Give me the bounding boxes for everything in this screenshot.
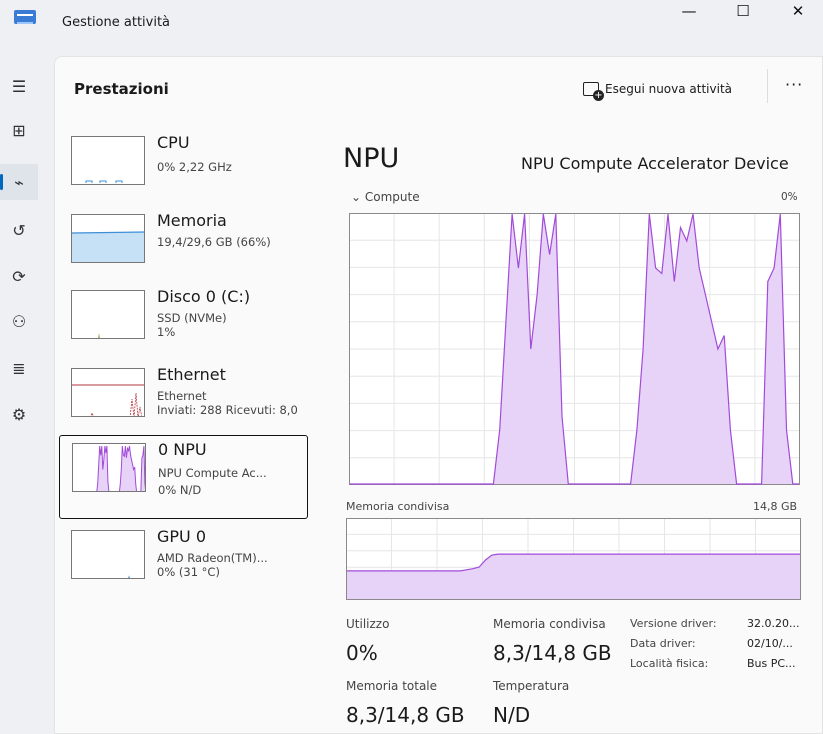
run-new-task-label: Esegui nuova attività: [605, 82, 733, 96]
utilization-label: Utilizzo: [346, 617, 390, 631]
chevron-down-icon: ⌄: [351, 190, 365, 204]
title-bar: Gestione attività — ☐ ✕: [0, 0, 823, 46]
item-name: Memoria: [157, 211, 227, 230]
item-name: Ethernet: [157, 365, 226, 384]
physical-location-value: Bus PC...: [747, 657, 796, 670]
sidebar-item-npu[interactable]: 0 NPU NPU Compute Ac... 0% N/D: [59, 435, 308, 519]
item-detail-secondary: 0% N/D: [158, 483, 202, 497]
disk-thumbnail-graph: [71, 290, 145, 339]
shared-memory-graph: [346, 518, 801, 600]
users-icon[interactable]: ⚇: [0, 303, 38, 339]
item-name: GPU 0: [157, 527, 207, 546]
startup-apps-icon[interactable]: ⟳: [0, 258, 38, 294]
hamburger-icon[interactable]: ☰: [0, 68, 38, 104]
ethernet-thumbnail-graph: [71, 368, 145, 417]
close-button[interactable]: ✕: [775, 0, 821, 22]
run-new-task-button[interactable]: Esegui nuova attività: [583, 77, 732, 101]
sidebar-item-gpu[interactable]: GPU 0 AMD Radeon(TM)... 0% (31 °C): [59, 523, 308, 607]
utilization-value: 0%: [346, 641, 378, 665]
performance-icon[interactable]: ⌁: [0, 164, 38, 200]
memory-thumbnail-graph: [71, 214, 145, 263]
total-memory-label: Memoria totale: [346, 679, 438, 693]
item-name: 0 NPU: [158, 440, 207, 459]
processes-icon[interactable]: ⊞: [0, 112, 38, 148]
item-detail: NPU Compute Ac...: [158, 466, 267, 480]
compute-max-label: 0%: [781, 191, 798, 203]
sidebar-item-memory[interactable]: Memoria 19,4/29,6 GB (66%): [59, 207, 308, 291]
temperature-label: Temperatura: [493, 679, 570, 693]
item-name: CPU: [157, 133, 190, 152]
driver-version-key: Versione driver:: [630, 617, 717, 630]
sidebar-item-disk[interactable]: Disco 0 (C:) SSD (NVMe) 1%: [59, 283, 308, 367]
npu-thumbnail-graph: [72, 443, 146, 492]
physical-location-key: Località fisica:: [630, 657, 709, 670]
item-detail-secondary: 1%: [157, 325, 176, 339]
maximize-button[interactable]: ☐: [720, 0, 766, 22]
compute-engine-selector[interactable]: ⌄ Compute: [351, 190, 420, 204]
services-icon[interactable]: ⚙: [0, 396, 38, 432]
item-detail-secondary: 0% (31 °C): [157, 565, 220, 579]
performance-panel: Prestazioni Esegui nuova attività ··· CP…: [54, 56, 823, 734]
shared-memory-label: Memoria condivisa: [346, 500, 450, 513]
temperature-value: N/D: [493, 703, 531, 727]
driver-version-value: 32.0.20...: [747, 617, 800, 630]
sidebar-item-cpu[interactable]: CPU 0% 2,22 GHz: [59, 129, 308, 213]
item-detail: 19,4/29,6 GB (66%): [157, 235, 271, 249]
item-detail: Ethernet: [157, 389, 207, 403]
item-name: Disco 0 (C:): [157, 287, 251, 306]
shared-memory-stat-label: Memoria condivisa: [493, 617, 606, 631]
item-detail-secondary: Inviati: 288 Ricevuti: 8,0: [157, 403, 298, 417]
shared-memory-max: 14,8 GB: [753, 500, 798, 513]
item-detail: AMD Radeon(TM)...: [157, 551, 268, 565]
device-name: NPU Compute Accelerator Device: [521, 154, 789, 173]
item-detail: 0% 2,22 GHz: [157, 160, 232, 174]
new-task-icon: [583, 82, 604, 101]
driver-date-value: 02/10/...: [747, 637, 793, 650]
item-detail: SSD (NVMe): [157, 311, 227, 325]
window-title: Gestione attività: [62, 15, 171, 30]
toolbar-divider: [767, 69, 768, 103]
app-history-icon[interactable]: ↺: [0, 212, 38, 248]
page-title: Prestazioni: [74, 80, 169, 98]
shared-memory-stat-value: 8,3/14,8 GB: [493, 641, 612, 665]
cpu-thumbnail-graph: [71, 136, 145, 185]
sidebar-item-ethernet[interactable]: Ethernet Ethernet Inviati: 288 Ricevuti:…: [59, 361, 308, 445]
compute-graph: [349, 213, 800, 485]
driver-date-key: Data driver:: [630, 637, 696, 650]
minimize-button[interactable]: —: [666, 0, 712, 22]
gpu-thumbnail-graph: [71, 530, 145, 579]
total-memory-value: 8,3/14,8 GB: [346, 703, 465, 727]
task-manager-icon: [14, 10, 36, 24]
resource-title: NPU: [343, 143, 400, 174]
details-icon[interactable]: ≣: [0, 350, 38, 386]
more-options-button[interactable]: ···: [785, 75, 803, 94]
compute-label: Compute: [364, 190, 420, 204]
